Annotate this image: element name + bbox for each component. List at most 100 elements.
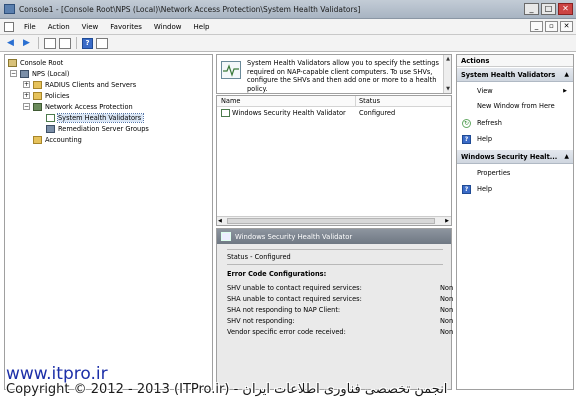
detail-title: Windows Security Health Validator <box>235 232 353 241</box>
tree-item-network-access-protection[interactable]: − Network Access Protection <box>23 101 133 112</box>
error-code-value: Non <box>440 328 454 336</box>
menu-action[interactable]: Action <box>42 23 76 31</box>
console-document-icon[interactable] <box>4 21 14 32</box>
child-minimize-button[interactable]: _ <box>530 21 543 32</box>
scroll-thumb[interactable] <box>227 218 435 224</box>
close-button[interactable]: ✕ <box>558 3 573 15</box>
divider <box>227 264 443 265</box>
list-header: Name Status <box>217 96 451 107</box>
action-properties[interactable]: Properties <box>477 169 510 177</box>
column-header-status[interactable]: Status <box>359 97 380 105</box>
tree-item-console-root[interactable]: Console Root <box>8 57 63 68</box>
menu-favorites[interactable]: Favorites <box>104 23 148 31</box>
server-icon <box>20 69 29 78</box>
collapse-toggle[interactable]: − <box>10 70 17 77</box>
collapse-toggle[interactable]: − <box>23 103 30 110</box>
actions-group-system-health-validators[interactable]: System Health Validators ▲ <box>457 68 573 82</box>
error-code-label: SHV unable to contact required services: <box>227 284 362 292</box>
action-refresh[interactable]: Refresh <box>477 119 502 127</box>
tree-item-remediation-server-groups[interactable]: Remediation Server Groups <box>46 123 149 134</box>
action-help[interactable]: Help <box>477 135 492 143</box>
toolbar-separator <box>38 37 39 49</box>
folder-icon <box>8 58 17 67</box>
watermark-copyright: Copyright © 2012 - 2013 (ITPro.ir) - انج… <box>6 382 448 397</box>
list-row[interactable]: Windows Security Health Validator Config… <box>217 108 451 119</box>
menu-help[interactable]: Help <box>188 23 216 31</box>
refresh-icon: ↻ <box>462 119 471 128</box>
tree-item-label: NPS (Local) <box>32 69 70 78</box>
window-title: Console1 - [Console Root\NPS (Local)\Net… <box>19 4 361 14</box>
error-code-value: Non <box>440 317 454 325</box>
scroll-up-icon[interactable]: ▲ <box>444 55 452 63</box>
health-validator-icon <box>221 232 231 241</box>
list-horizontal-scrollbar[interactable]: ◀ ▶ <box>217 216 451 225</box>
menu-bar: File Action View Favorites Window Help _… <box>0 19 576 35</box>
tree-item-label: RADIUS Clients and Servers <box>45 80 137 89</box>
divider <box>227 249 443 250</box>
action-help[interactable]: Help <box>477 185 492 193</box>
health-monitor-icon <box>221 61 241 79</box>
error-code-value: Non <box>440 295 454 303</box>
description-scrollbar[interactable]: ▲ ▼ <box>443 55 451 93</box>
tree-item-system-health-validators[interactable]: System Health Validators <box>46 112 145 123</box>
validator-name: Windows Security Health Validator <box>232 109 346 117</box>
mmc-console-icon <box>4 4 15 14</box>
tree-item-radius-clients[interactable]: + RADIUS Clients and Servers <box>23 79 136 90</box>
tree-item-label: Policies <box>45 91 70 100</box>
error-code-label: SHA unable to contact required services: <box>227 295 362 303</box>
folder-icon <box>33 80 42 89</box>
tree-item-label: Network Access Protection <box>45 102 133 111</box>
detail-header: Windows Security Health Validator <box>217 229 451 244</box>
help-icon: ? <box>462 185 471 194</box>
up-folder-icon[interactable] <box>44 37 56 49</box>
error-code-value: Non <box>440 284 454 292</box>
minimize-button[interactable]: _ <box>524 3 539 15</box>
help-icon[interactable]: ? <box>82 37 93 49</box>
nap-icon <box>33 102 42 111</box>
action-view[interactable]: View <box>477 87 493 95</box>
watermark-site: www.itpro.ir <box>6 364 108 384</box>
folder-icon <box>33 91 42 100</box>
tree-item-label: Console Root <box>20 58 64 67</box>
menu-file[interactable]: File <box>18 23 42 31</box>
expand-toggle[interactable]: + <box>23 81 30 88</box>
actions-group-windows-security-health[interactable]: Windows Security Healt... ▲ <box>457 150 573 164</box>
scroll-right-icon[interactable]: ▶ <box>445 218 449 224</box>
error-code-value: Non <box>440 306 454 314</box>
detail-status: Status - Configured <box>227 253 291 261</box>
health-validator-icon <box>221 109 230 117</box>
validators-list: Name Status Windows Security Health Vali… <box>216 95 452 226</box>
expand-toggle[interactable]: + <box>23 92 30 99</box>
toolbar-separator <box>76 37 77 49</box>
error-code-section-title: Error Code Configurations: <box>227 270 327 278</box>
tree-item-accounting[interactable]: Accounting <box>33 134 82 145</box>
show-hide-tree-icon[interactable] <box>59 37 71 49</box>
scroll-left-icon[interactable]: ◀ <box>218 218 222 224</box>
action-new-window-from-here[interactable]: New Window from Here <box>477 102 555 110</box>
menu-window[interactable]: Window <box>148 23 188 31</box>
child-window-controls: _ ▫ ✕ <box>530 21 573 32</box>
forward-arrow-icon[interactable]: ▶ <box>20 37 33 50</box>
actions-group-label: Windows Security Healt... <box>461 153 558 161</box>
collapse-caret-icon[interactable]: ▲ <box>564 150 569 163</box>
maximize-button[interactable]: □ <box>541 3 556 15</box>
child-restore-button[interactable]: ▫ <box>545 21 558 32</box>
window-titlebar[interactable]: Console1 - [Console Root\NPS (Local)\Net… <box>0 0 576 19</box>
actions-title: Actions <box>457 55 573 67</box>
scroll-down-icon[interactable]: ▼ <box>444 85 452 93</box>
tree-item-nps-local[interactable]: − NPS (Local) <box>10 68 69 79</box>
description-text: System Health Validators allow you to sp… <box>247 59 439 93</box>
back-arrow-icon[interactable]: ◀ <box>4 37 17 50</box>
detail-panel: Windows Security Health Validator Status… <box>216 228 454 390</box>
error-code-label: SHV not responding: <box>227 317 295 325</box>
actions-pane: Actions System Health Validators ▲ View … <box>456 54 574 390</box>
child-close-button[interactable]: ✕ <box>560 21 573 32</box>
properties-icon[interactable] <box>96 37 108 49</box>
menu-view[interactable]: View <box>76 23 105 31</box>
tree-item-policies[interactable]: + Policies <box>23 90 69 101</box>
column-header-name[interactable]: Name <box>221 97 240 105</box>
column-divider[interactable] <box>355 96 356 107</box>
toolbar: ◀ ▶ ? <box>0 35 576 52</box>
description-panel: System Health Validators allow you to sp… <box>216 54 452 94</box>
collapse-caret-icon[interactable]: ▲ <box>564 68 569 81</box>
